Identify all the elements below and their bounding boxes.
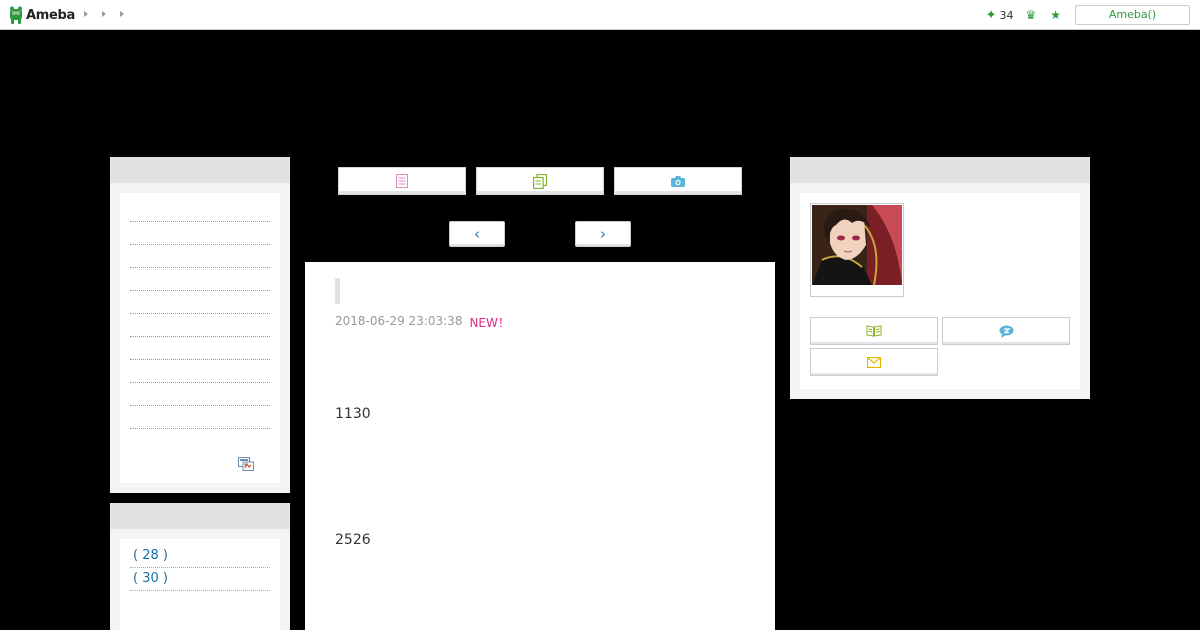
star-icon[interactable]: ★ bbox=[1050, 9, 1061, 21]
theme-link[interactable]: ( 28 ) bbox=[130, 545, 270, 568]
chevron-right-icon: › bbox=[600, 225, 606, 243]
breadcrumb-arrow-icon[interactable] bbox=[84, 11, 88, 17]
top-navigation-bar: Ameba ✦ 34 ♛ ★ Ameba() bbox=[0, 0, 1200, 30]
blog-article: 2018-06-29 23:03:38 NEW！ 1130 2526 bbox=[305, 262, 775, 630]
open-book-icon bbox=[866, 325, 882, 337]
article-date: 2018-06-29 23:03:38 bbox=[335, 314, 463, 328]
sidebar-recent-entries bbox=[110, 157, 290, 493]
previous-entry-button[interactable]: ‹ bbox=[449, 221, 505, 247]
article-title-marker bbox=[335, 278, 340, 304]
avatar[interactable] bbox=[810, 203, 904, 297]
list-item[interactable] bbox=[130, 360, 270, 383]
theme-link[interactable]: ( 30 ) bbox=[130, 568, 270, 591]
list-item[interactable] bbox=[130, 337, 270, 360]
crown-icon[interactable]: ♛ bbox=[1025, 9, 1036, 21]
mail-button[interactable] bbox=[810, 348, 938, 376]
next-entry-button[interactable]: › bbox=[575, 221, 631, 247]
sparkle-icon: ✦ bbox=[985, 7, 997, 23]
ameba-logo[interactable]: Ameba bbox=[9, 5, 75, 25]
article-meta: 2018-06-29 23:03:38 NEW！ bbox=[335, 314, 510, 331]
document-list-icon bbox=[396, 174, 408, 188]
breadcrumb-arrow-icon[interactable] bbox=[120, 11, 124, 17]
profile-panel bbox=[790, 157, 1090, 399]
article-body-text: 2526 bbox=[335, 532, 371, 548]
breadcrumb bbox=[84, 11, 124, 17]
reader-button[interactable] bbox=[810, 317, 938, 345]
recent-entries-list bbox=[120, 193, 280, 483]
ameba-mascot-icon bbox=[10, 6, 22, 24]
chat-bubble-icon bbox=[999, 325, 1013, 338]
new-badge: NEW！ bbox=[469, 316, 510, 330]
list-item[interactable] bbox=[130, 291, 270, 314]
logo-text: Ameba bbox=[26, 7, 76, 23]
copy-pages-icon bbox=[533, 173, 547, 189]
envelope-icon bbox=[867, 356, 881, 368]
list-item[interactable] bbox=[130, 199, 270, 222]
rss-feed-icon[interactable] bbox=[238, 457, 254, 471]
breadcrumb-arrow-icon[interactable] bbox=[102, 11, 106, 17]
message-button[interactable] bbox=[942, 317, 1070, 345]
profile-header bbox=[790, 157, 1090, 183]
copy-button[interactable] bbox=[476, 167, 604, 195]
profile-content bbox=[800, 193, 1080, 389]
sidebar-header bbox=[110, 157, 290, 183]
avatar-image bbox=[812, 205, 902, 286]
theme-list: ( 28 ) ( 30 ) bbox=[120, 539, 280, 630]
sparkle-counter[interactable]: ✦ 34 bbox=[986, 8, 1014, 23]
list-item[interactable] bbox=[130, 222, 270, 245]
photo-button[interactable] bbox=[614, 167, 742, 195]
entry-list-button[interactable] bbox=[338, 167, 466, 195]
sidebar-header bbox=[110, 503, 290, 529]
sparkle-count: 34 bbox=[999, 8, 1014, 22]
list-item[interactable] bbox=[130, 268, 270, 291]
camera-icon bbox=[671, 175, 685, 187]
header-actions: ✦ 34 ♛ ★ Ameba() bbox=[986, 5, 1190, 25]
list-item[interactable] bbox=[130, 406, 270, 429]
article-body-text: 1130 bbox=[335, 406, 371, 422]
list-item[interactable] bbox=[130, 383, 270, 406]
list-item[interactable] bbox=[130, 245, 270, 268]
chevron-left-icon: ‹ bbox=[474, 225, 480, 243]
sidebar-theme-list: ( 28 ) ( 30 ) bbox=[110, 503, 290, 630]
ameba-account-button[interactable]: Ameba() bbox=[1075, 5, 1190, 25]
list-item[interactable] bbox=[130, 314, 270, 337]
